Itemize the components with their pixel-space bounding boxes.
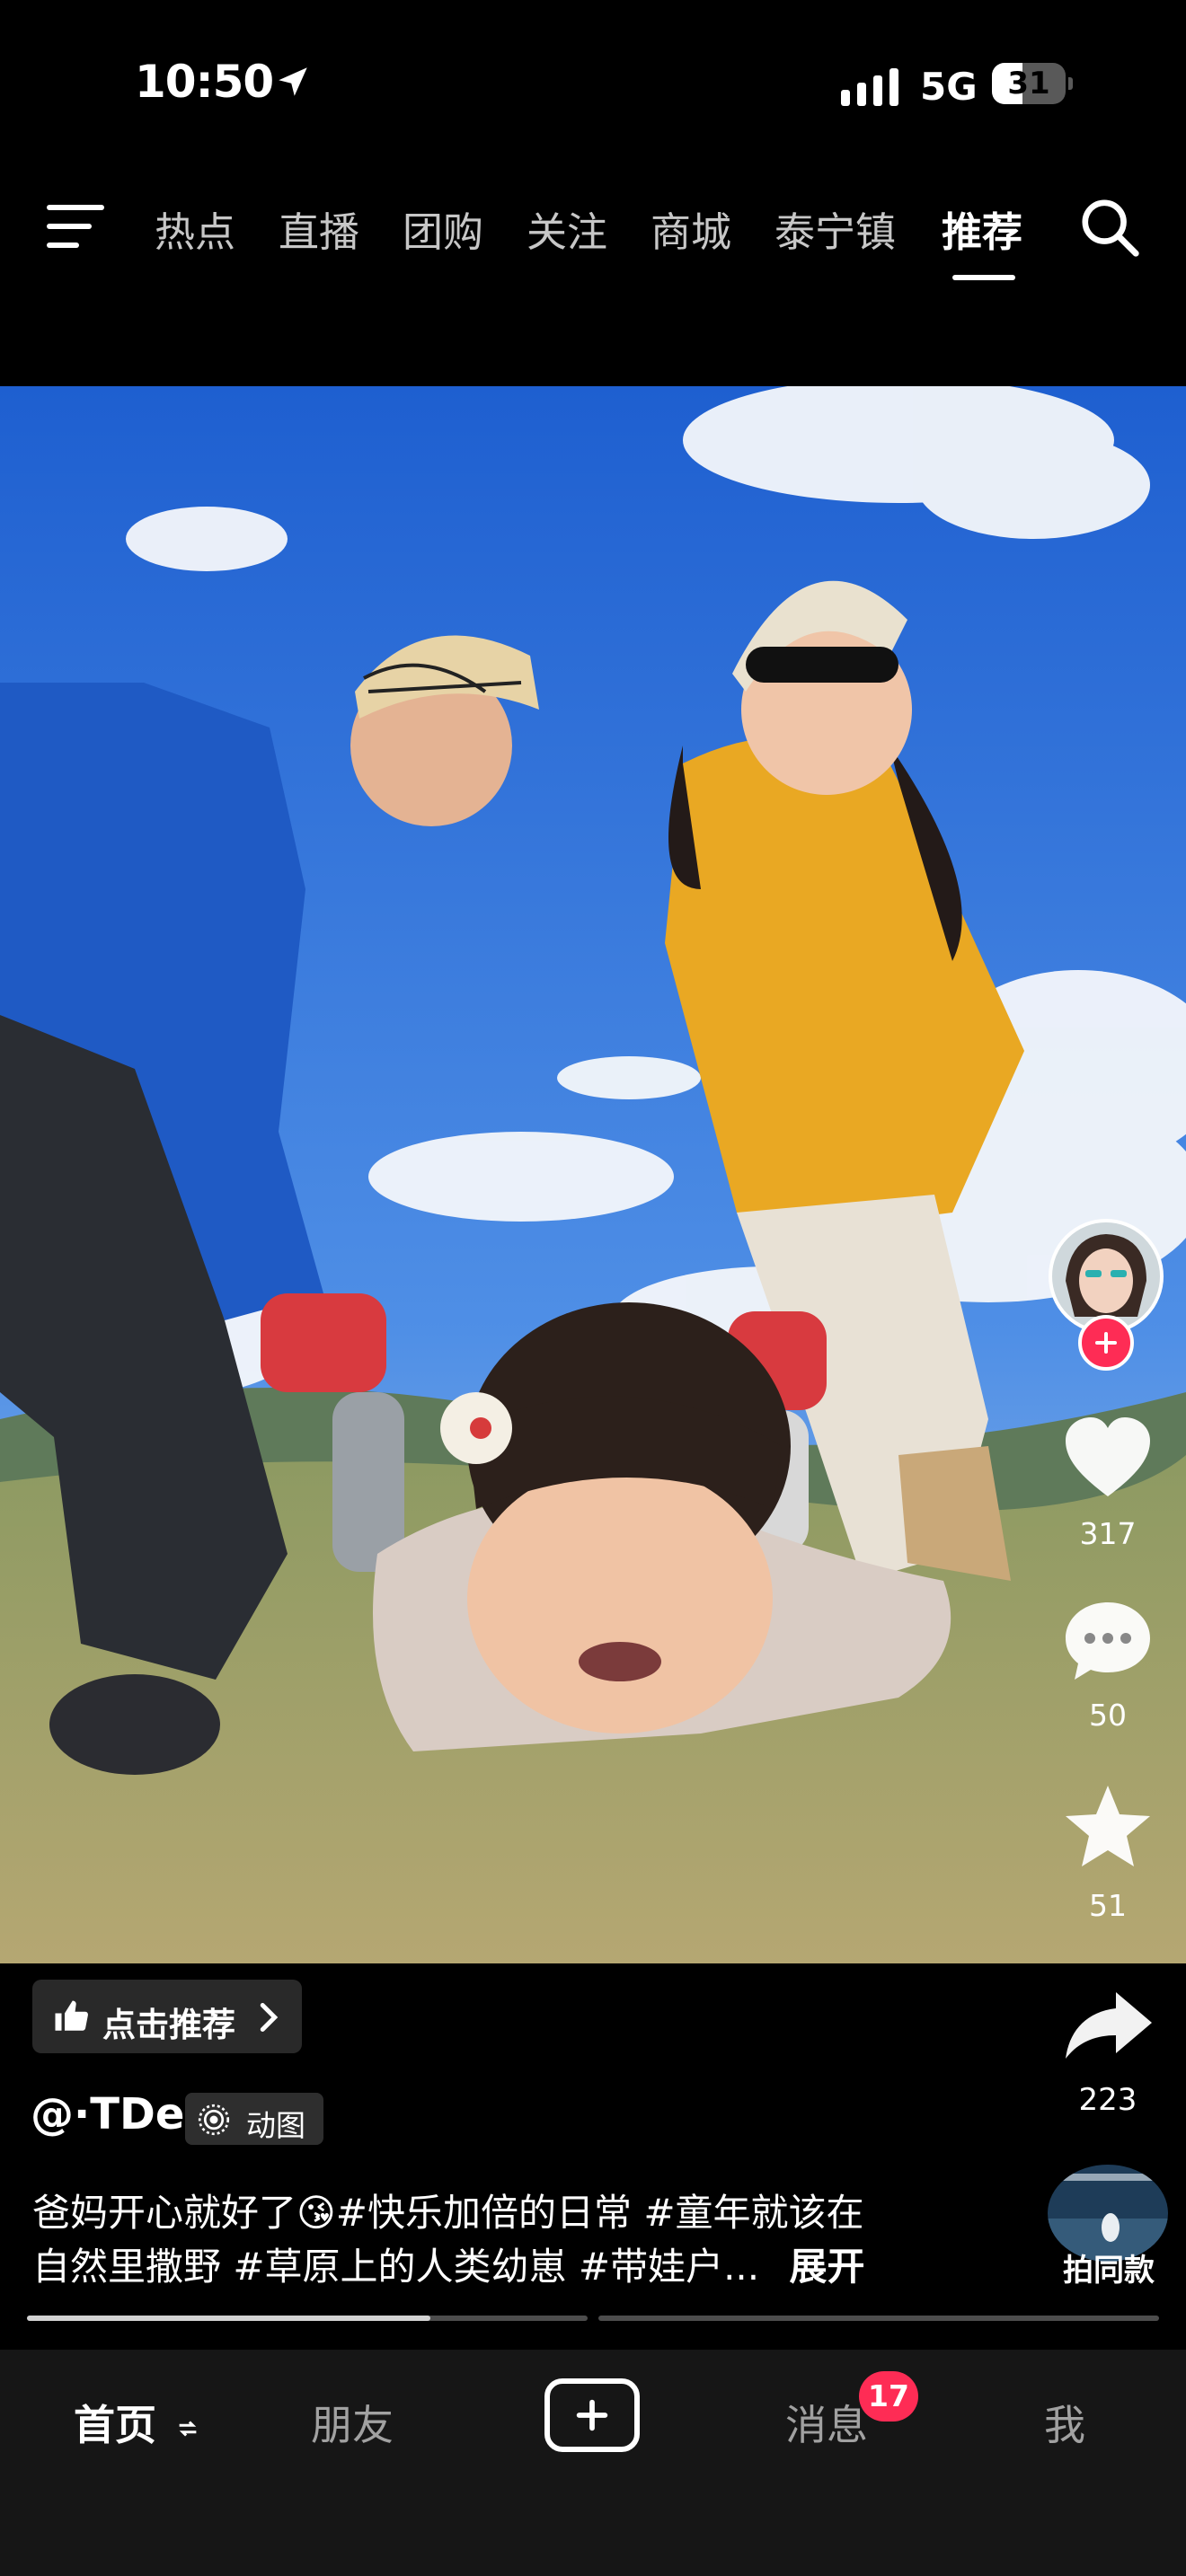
menu-icon[interactable] [47, 203, 104, 250]
active-tab-indicator [952, 275, 1015, 280]
tab-home-label: 首页 [74, 2401, 156, 2449]
live-photo-icon [198, 2104, 230, 2136]
tab-hot[interactable]: 热点 [155, 199, 235, 258]
battery-indicator: 31 [992, 63, 1073, 104]
comment-icon[interactable] [1055, 1597, 1161, 1687]
tab-following[interactable]: 关注 [527, 199, 607, 258]
same-style-label[interactable]: 拍同款 [1039, 2245, 1179, 2289]
tab-live[interactable]: 直播 [279, 199, 359, 258]
progress-segment-current[interactable] [27, 2316, 588, 2321]
author-name[interactable]: @·TDe [31, 2089, 184, 2139]
progress-segment-next[interactable] [598, 2316, 1159, 2321]
create-post-button[interactable] [544, 2378, 640, 2452]
description-line-2: 自然里撒野 #草原上的人类幼崽 #带娃户... 展开 [32, 2236, 865, 2291]
tab-recommended[interactable]: 推荐 [942, 199, 1022, 258]
recommend-button[interactable]: 点击推荐 [32, 1980, 302, 2053]
plus-icon [1095, 1332, 1117, 1354]
like-heart-icon[interactable] [1055, 1414, 1161, 1504]
description-text: 自然里撒野 #草原上的人类幼崽 #带娃户... [32, 2245, 760, 2289]
video-frame[interactable] [0, 386, 1186, 1963]
signal-bars-icon [841, 68, 898, 106]
description-line-1: 爸妈开心就好了😘#快乐加倍的日常 #童年就该在 [32, 2191, 864, 2235]
tab-me[interactable]: 我 [1044, 2393, 1085, 2452]
refresh-arrows-icon [179, 2420, 197, 2437]
location-arrow-icon [279, 67, 307, 96]
follow-button[interactable] [1078, 1315, 1134, 1371]
thumbs-up-icon [55, 2000, 88, 2031]
search-icon[interactable] [1078, 196, 1141, 259]
tab-local[interactable]: 泰宁镇 [774, 199, 896, 258]
favorite-star-icon[interactable] [1055, 1782, 1161, 1872]
share-arrow-icon[interactable] [1055, 1980, 1161, 2069]
battery-level: 31 [1007, 66, 1050, 101]
media-type-label: 动图 [246, 2108, 305, 2143]
like-count: 317 [1079, 1516, 1137, 1551]
messages-badge: 17 [859, 2371, 918, 2422]
recommend-label: 点击推荐 [102, 2006, 235, 2044]
tab-friends[interactable]: 朋友 [311, 2393, 394, 2452]
favorite-count: 51 [1089, 1888, 1127, 1923]
status-time: 10:50 [135, 56, 274, 108]
progress-fill [27, 2316, 431, 2321]
tab-mall[interactable]: 商城 [651, 199, 731, 258]
expand-link[interactable]: 展开 [790, 2245, 865, 2289]
video-image [0, 386, 1186, 1963]
tab-group-buy[interactable]: 团购 [403, 199, 483, 258]
comment-count: 50 [1089, 1698, 1127, 1733]
chevron-right-icon [260, 2003, 279, 2032]
share-count: 223 [1078, 2082, 1137, 2118]
network-type: 5G [920, 65, 978, 109]
tab-messages[interactable]: 消息 [785, 2393, 868, 2452]
tab-home[interactable]: 首页 [74, 2393, 199, 2452]
media-type-badge: 动图 [185, 2093, 323, 2145]
plus-icon [576, 2399, 608, 2431]
